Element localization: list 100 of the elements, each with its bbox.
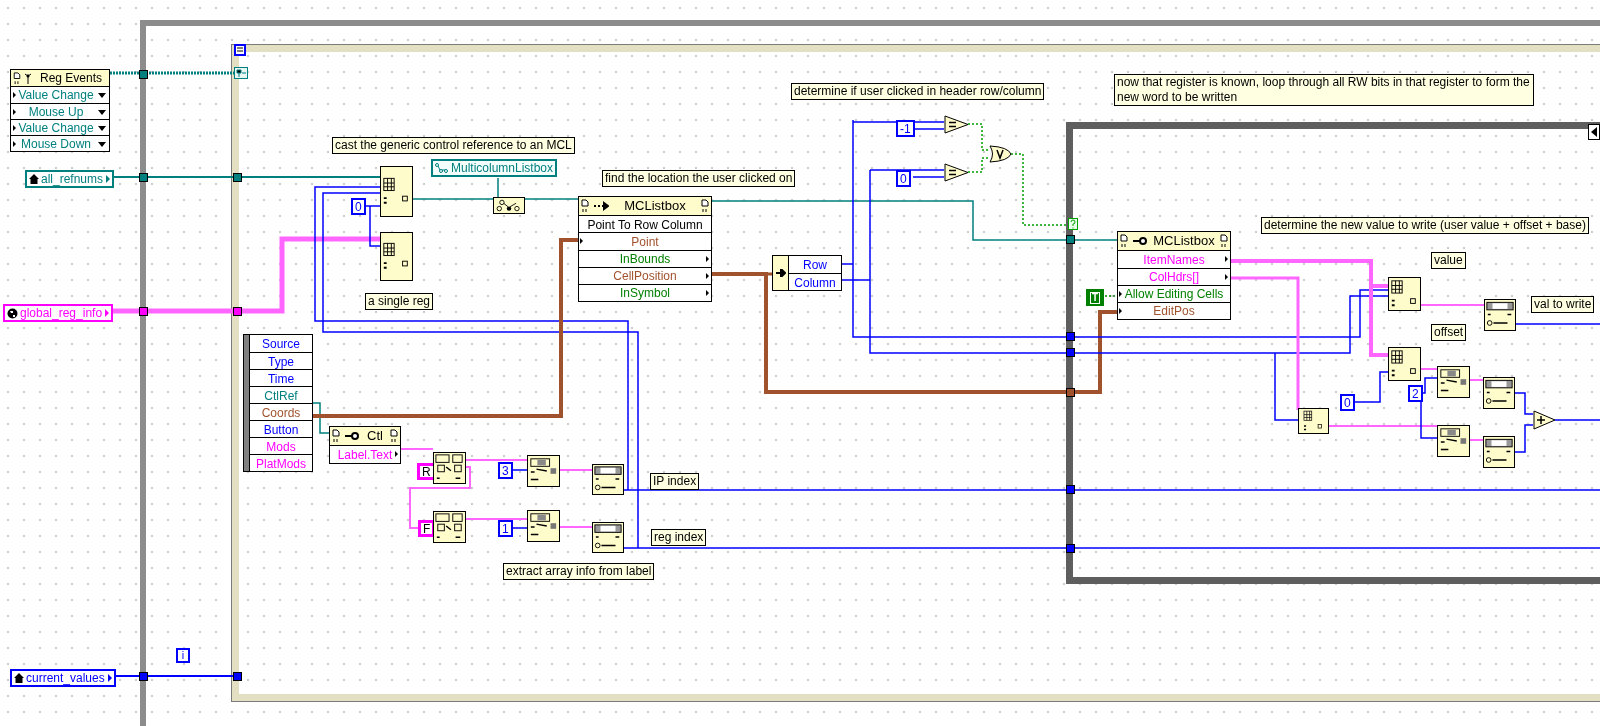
node-row-label: Source <box>262 337 300 351</box>
tunnel <box>233 173 242 182</box>
input-arrow-icon <box>13 125 16 131</box>
number-node-icon <box>592 464 624 495</box>
comment-label: find the location the user clicked on <box>602 170 796 187</box>
node-title: Reg Events <box>38 70 103 87</box>
comment-label: determine the new value to write (user value + offset + base) <box>1261 217 1589 234</box>
numeric-constant: 0 <box>896 170 911 187</box>
tunnel <box>233 672 242 681</box>
node-row-label: InBounds <box>619 251 671 268</box>
numeric-constant: 0 <box>351 198 366 215</box>
numeric-constant: 2 <box>1408 385 1423 402</box>
node-row-label: EditPos <box>1153 303 1195 320</box>
input-arrow-icon <box>13 141 16 147</box>
boolean-constant: T <box>1086 289 1105 306</box>
node-row-label: Button <box>263 423 299 437</box>
property-key-icon <box>1132 236 1148 246</box>
input-arrow-icon <box>13 92 16 98</box>
tree-icon <box>435 162 448 174</box>
globe-icon <box>7 307 18 319</box>
index-array-node-icon <box>1388 277 1421 311</box>
number-node-icon <box>1483 436 1515 468</box>
node-row-label: Allow Editing Cells <box>1124 286 1224 303</box>
event-label: Mouse Down <box>21 135 91 153</box>
node-title: MCListbox <box>623 197 687 216</box>
method-row: Point To Row Column <box>579 216 711 233</box>
node-row-label: PlatMods <box>256 457 306 471</box>
subset-node-icon <box>527 455 560 487</box>
property-key-icon <box>344 431 360 441</box>
wire-label: value <box>1431 252 1466 269</box>
tunnel <box>139 173 148 182</box>
subset-node-icon <box>527 510 560 542</box>
index-array-node-icon <box>380 166 413 217</box>
numeric-constant: 1 <box>498 520 513 537</box>
dropdown-icon <box>98 142 106 147</box>
node-row-label: ColHdrs[] <box>1149 269 1199 286</box>
event-label: Mouse Up <box>28 103 84 121</box>
equal-icon <box>944 115 969 134</box>
number-node-icon <box>1483 377 1515 409</box>
numeric-constant: 3 <box>498 462 513 479</box>
tunnel <box>1066 388 1075 397</box>
wire-label: reg index <box>651 529 707 546</box>
node-title: MCListbox <box>1152 232 1216 251</box>
tunnel <box>1066 235 1075 244</box>
subset-node-icon <box>1437 425 1470 457</box>
dropdown-icon <box>98 93 106 98</box>
class-constant: MulticolumnListbox <box>431 159 558 177</box>
node-row-label: Type <box>268 355 294 369</box>
comment-label: now that register is known, loop through all RW bits in that register to form the new word to be written <box>1114 74 1534 106</box>
house-icon <box>14 673 24 683</box>
select-terminal-icon <box>1068 218 1078 230</box>
node-row-label: Mods <box>266 440 296 454</box>
wire-label: val to write <box>1531 296 1595 313</box>
dropdown-icon <box>98 110 106 115</box>
comment-label: a single reg <box>365 293 434 310</box>
or-gate-icon <box>989 145 1012 163</box>
wire-label: offset <box>1431 324 1467 341</box>
tunnel <box>1066 485 1075 494</box>
event-terminal-icon <box>234 67 248 79</box>
unbundle-row: Column <box>789 273 841 290</box>
tunnel <box>139 307 148 316</box>
add-icon <box>1533 410 1556 430</box>
tunnel <box>139 672 148 681</box>
node-row-label: Coords <box>261 406 301 420</box>
numeric-constant: -1 <box>896 120 915 137</box>
wire-label: IP index <box>650 473 700 490</box>
numeric-constant: 0 <box>1340 394 1355 411</box>
match-node-icon <box>433 511 466 543</box>
output-arrow-icon <box>1225 256 1228 262</box>
iteration-terminal: i <box>176 648 190 663</box>
terminal-label: global_reg_info <box>20 306 104 320</box>
comment-label: cast the generic control reference to an MCL <box>332 137 575 154</box>
index-array-node-icon <box>1298 408 1329 434</box>
input-arrow-icon <box>13 109 16 115</box>
tunnel <box>139 70 148 79</box>
node-row-label: InSymbol <box>620 285 670 302</box>
tunnel <box>233 307 242 316</box>
house-icon <box>29 174 39 184</box>
number-node-icon <box>592 522 624 553</box>
node-title: Ctl <box>366 427 384 446</box>
dropdown-icon <box>98 126 106 131</box>
comment-label: determine if user clicked in header row/column <box>791 83 1045 100</box>
number-node-icon <box>1484 299 1516 331</box>
index-array-node-icon <box>1388 347 1421 381</box>
subset-node-icon <box>1437 366 1470 398</box>
cast-node-icon <box>493 197 525 214</box>
comment-label: extract array info from label <box>503 563 655 580</box>
node-row-label: CellPosition <box>613 268 677 285</box>
node-row-label: Point <box>631 233 659 251</box>
node-row-label: Label.Text <box>337 446 393 464</box>
match-node-icon <box>433 452 466 484</box>
terminal-label: current_values <box>26 671 106 685</box>
terminal-label: all_refnums <box>41 172 105 186</box>
invoke-arrow-icon <box>593 201 609 211</box>
event-label: Value Change <box>18 87 94 104</box>
index-array-node-icon <box>380 232 413 281</box>
node-row-label: ItemNames <box>1143 251 1205 269</box>
output-arrow-icon <box>395 451 398 457</box>
event-label: Value Change <box>18 119 94 137</box>
node-row-label: CtlRef <box>264 389 298 403</box>
